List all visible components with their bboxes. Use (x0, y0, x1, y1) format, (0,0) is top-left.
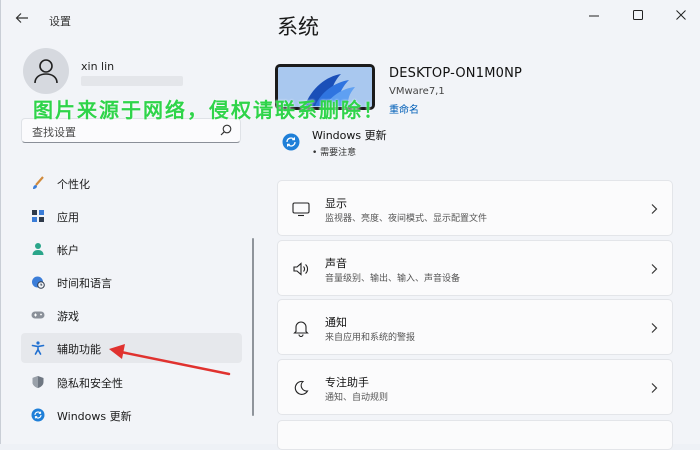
chevron-right-icon (651, 323, 658, 333)
card-sound[interactable]: 声音 音量级别、输出、输入、声音设备 (277, 240, 673, 296)
card-title: 通知 (325, 316, 347, 329)
sidebar-item-label: 个性化 (57, 178, 90, 191)
settings-window: 设置 xin lin 个性化 (0, 0, 700, 450)
windows-update-icon[interactable] (282, 133, 300, 151)
sidebar-item-label: 游戏 (57, 310, 79, 323)
sidebar-item-apps[interactable]: 应用 (21, 201, 242, 231)
card-partial[interactable] (277, 420, 673, 450)
sidebar-item-accounts[interactable]: 帐户 (21, 234, 242, 264)
accessibility-icon (31, 341, 45, 355)
shield-icon (32, 376, 44, 388)
user-name: xin lin (81, 60, 115, 73)
gamepad-icon (31, 311, 45, 319)
card-display[interactable]: 显示 监视器、亮度、夜间模式、显示配置文件 (277, 180, 673, 236)
card-subtitle: 监视器、亮度、夜间模式、显示配置文件 (325, 214, 488, 224)
back-button[interactable] (15, 10, 33, 28)
moon-icon (294, 380, 309, 395)
sidebar-item-gaming[interactable]: 游戏 (21, 300, 242, 330)
paintbrush-icon (33, 176, 44, 189)
close-button[interactable] (663, 4, 699, 26)
chevron-right-icon (651, 383, 658, 393)
avatar[interactable] (23, 48, 69, 94)
person-icon (34, 59, 58, 84)
device-name: DESKTOP-ON1M0NP (389, 66, 523, 81)
monitor-icon (292, 202, 310, 217)
title-bar: 设置 (1, 0, 700, 36)
card-notifications[interactable]: 通知 来自应用和系统的警报 (277, 299, 673, 355)
card-focus-assist[interactable]: 专注助手 通知、自动规则 (277, 359, 673, 415)
search-icon[interactable] (220, 124, 232, 136)
update-title[interactable]: Windows 更新 (312, 127, 387, 143)
card-title: 专注助手 (325, 376, 369, 389)
card-subtitle: 音量级别、输出、输入、声音设备 (325, 274, 461, 284)
maximize-icon (633, 10, 643, 20)
globe-clock-icon (32, 276, 45, 289)
apps-icon (32, 210, 44, 222)
sidebar-item-windows-update[interactable]: Windows 更新 (21, 400, 242, 430)
watermark-text: 图片来源于网络，侵权请联系删除！ (33, 98, 385, 122)
chevron-right-icon (651, 204, 658, 214)
sidebar-item-accessibility[interactable]: 辅助功能 (21, 333, 242, 363)
back-arrow-icon (15, 13, 28, 23)
card-subtitle: 通知、自动规则 (325, 393, 389, 403)
sidebar-item-label: 辅助功能 (57, 343, 101, 356)
sidebar-item-label: Windows 更新 (57, 410, 132, 423)
card-subtitle: 来自应用和系统的警报 (325, 333, 416, 343)
sidebar-item-label: 时间和语言 (57, 277, 112, 290)
maximize-button[interactable] (620, 4, 656, 26)
minimize-button[interactable] (576, 4, 612, 26)
person-icon (32, 243, 44, 255)
sidebar-item-time-language[interactable]: 时间和语言 (21, 267, 242, 297)
sidebar-item-personalization[interactable]: 个性化 (21, 168, 242, 198)
sidebar-item-label: 帐户 (57, 244, 79, 257)
chevron-right-icon (651, 264, 658, 274)
speaker-icon (293, 262, 308, 276)
user-email-redacted (81, 76, 183, 86)
page-title: 系统 (277, 15, 319, 39)
device-model: VMware7,1 (389, 86, 445, 97)
card-title: 显示 (325, 197, 347, 210)
window-title: 设置 (49, 15, 71, 28)
sidebar-scrollbar[interactable] (252, 238, 254, 416)
sidebar-item-label: 应用 (57, 211, 79, 224)
close-icon (676, 10, 686, 20)
search-input[interactable] (30, 122, 214, 142)
rename-link[interactable]: 重命名 (389, 101, 419, 116)
bell-icon (293, 321, 309, 337)
windows-update-icon (31, 408, 45, 422)
minimize-icon (589, 15, 599, 17)
update-status: • 需要注意 (312, 148, 357, 158)
card-title: 声音 (325, 257, 347, 270)
sidebar-item-privacy-security[interactable]: 隐私和安全性 (21, 367, 242, 397)
sidebar-item-label: 隐私和安全性 (57, 377, 123, 390)
